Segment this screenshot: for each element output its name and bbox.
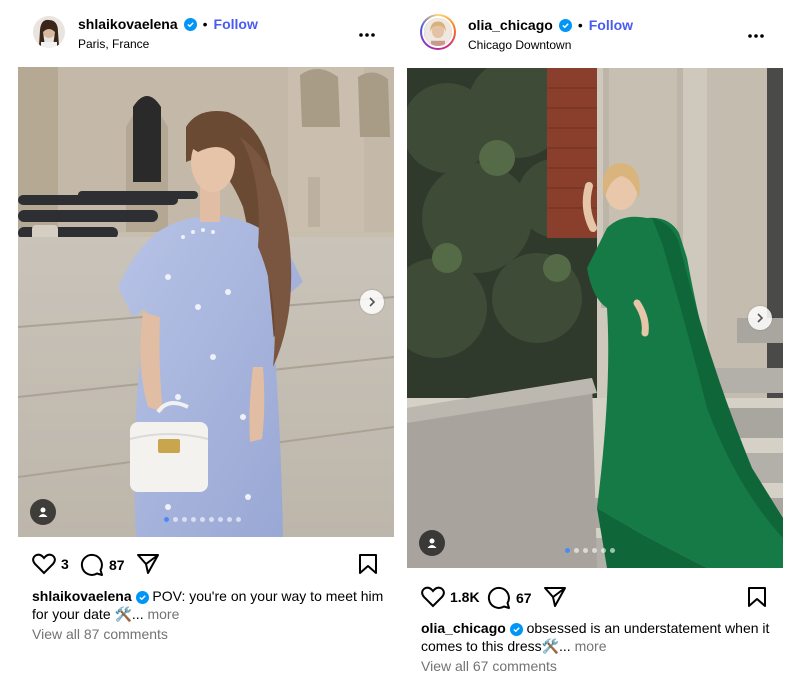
carousel-next-button[interactable] bbox=[748, 306, 772, 330]
share-icon bbox=[137, 554, 159, 574]
user-tag-button[interactable] bbox=[419, 530, 445, 556]
carousel-dot bbox=[173, 517, 178, 522]
carousel-dot bbox=[164, 517, 169, 522]
avatar[interactable] bbox=[33, 16, 65, 48]
comment-button[interactable]: 87 bbox=[80, 553, 125, 577]
user-row: shlaikovaelena • Follow bbox=[78, 16, 258, 32]
like-count: 3 bbox=[61, 556, 69, 572]
carousel-dot bbox=[610, 548, 615, 553]
username[interactable]: olia_chicago bbox=[468, 17, 553, 33]
caption-username[interactable]: shlaikovaelena bbox=[32, 588, 132, 604]
caption-more-link[interactable]: more bbox=[147, 606, 179, 622]
post-actions: 3 87 bbox=[32, 553, 382, 583]
verified-badge-icon bbox=[558, 18, 572, 32]
heart-icon bbox=[421, 586, 445, 608]
post-header: olia_chicago • Follow Chicago Downtown bbox=[407, 0, 783, 60]
view-comments-link[interactable]: View all 87 comments bbox=[32, 626, 168, 642]
user-tag-button[interactable] bbox=[30, 499, 56, 525]
carousel-dot bbox=[209, 517, 214, 522]
location-link[interactable]: Chicago Downtown bbox=[468, 38, 571, 52]
share-button[interactable] bbox=[136, 553, 160, 575]
carousel-dot bbox=[583, 548, 588, 553]
carousel-indicator bbox=[164, 517, 241, 522]
comment-count: 67 bbox=[516, 590, 532, 606]
story-ring[interactable] bbox=[420, 14, 456, 50]
post-actions: 1.8K 67 bbox=[421, 586, 771, 616]
post-header: shlaikovaelena • Follow Paris, France bbox=[18, 0, 394, 60]
caption-username[interactable]: olia_chicago bbox=[421, 620, 506, 636]
more-options-icon[interactable] bbox=[358, 22, 376, 43]
comment-button[interactable]: 67 bbox=[487, 586, 532, 610]
share-icon bbox=[544, 587, 566, 607]
carousel-dot bbox=[227, 517, 232, 522]
heart-icon bbox=[32, 553, 56, 575]
view-comments-link[interactable]: View all 67 comments bbox=[421, 658, 557, 674]
bookmark-icon bbox=[748, 587, 766, 607]
user-row: olia_chicago • Follow bbox=[468, 17, 633, 33]
comment-icon bbox=[487, 586, 510, 609]
chevron-right-icon bbox=[757, 313, 764, 323]
caption: shlaikovaelena POV: you're on your way t… bbox=[32, 587, 387, 623]
follow-button[interactable]: Follow bbox=[214, 16, 258, 32]
save-button[interactable] bbox=[747, 586, 767, 608]
carousel-dot bbox=[236, 517, 241, 522]
bookmark-icon bbox=[359, 554, 377, 574]
comment-count: 87 bbox=[109, 557, 125, 573]
location-link[interactable]: Paris, France bbox=[78, 37, 149, 51]
carousel-dot bbox=[592, 548, 597, 553]
comment-icon bbox=[80, 553, 103, 576]
caption: olia_chicago obsessed is an understateme… bbox=[421, 619, 776, 655]
verified-badge-icon bbox=[509, 623, 523, 636]
like-button[interactable]: 1.8K bbox=[421, 586, 480, 608]
carousel-dot bbox=[574, 548, 579, 553]
verified-badge-icon bbox=[135, 591, 149, 604]
share-button[interactable] bbox=[543, 586, 567, 608]
more-options-icon[interactable] bbox=[747, 23, 765, 44]
post-image[interactable] bbox=[18, 67, 394, 537]
like-button[interactable]: 3 bbox=[32, 553, 69, 575]
carousel-dot bbox=[601, 548, 606, 553]
carousel-dot bbox=[565, 548, 570, 553]
carousel-indicator bbox=[565, 548, 615, 553]
user-tag-icon bbox=[427, 538, 437, 548]
follow-button[interactable]: Follow bbox=[589, 17, 633, 33]
chevron-right-icon bbox=[369, 297, 376, 307]
carousel-dot bbox=[182, 517, 187, 522]
caption-more-link[interactable]: more bbox=[575, 638, 607, 654]
avatar[interactable] bbox=[422, 16, 454, 48]
carousel-dot bbox=[218, 517, 223, 522]
carousel-dot bbox=[200, 517, 205, 522]
carousel-dot bbox=[191, 517, 196, 522]
separator-dot: • bbox=[577, 17, 583, 33]
verified-badge-icon bbox=[183, 17, 197, 31]
username[interactable]: shlaikovaelena bbox=[78, 16, 178, 32]
save-button[interactable] bbox=[358, 553, 378, 575]
separator-dot: • bbox=[202, 16, 208, 32]
like-count: 1.8K bbox=[450, 589, 480, 605]
post-image[interactable] bbox=[407, 68, 783, 568]
carousel-next-button[interactable] bbox=[360, 290, 384, 314]
user-tag-icon bbox=[38, 507, 48, 517]
